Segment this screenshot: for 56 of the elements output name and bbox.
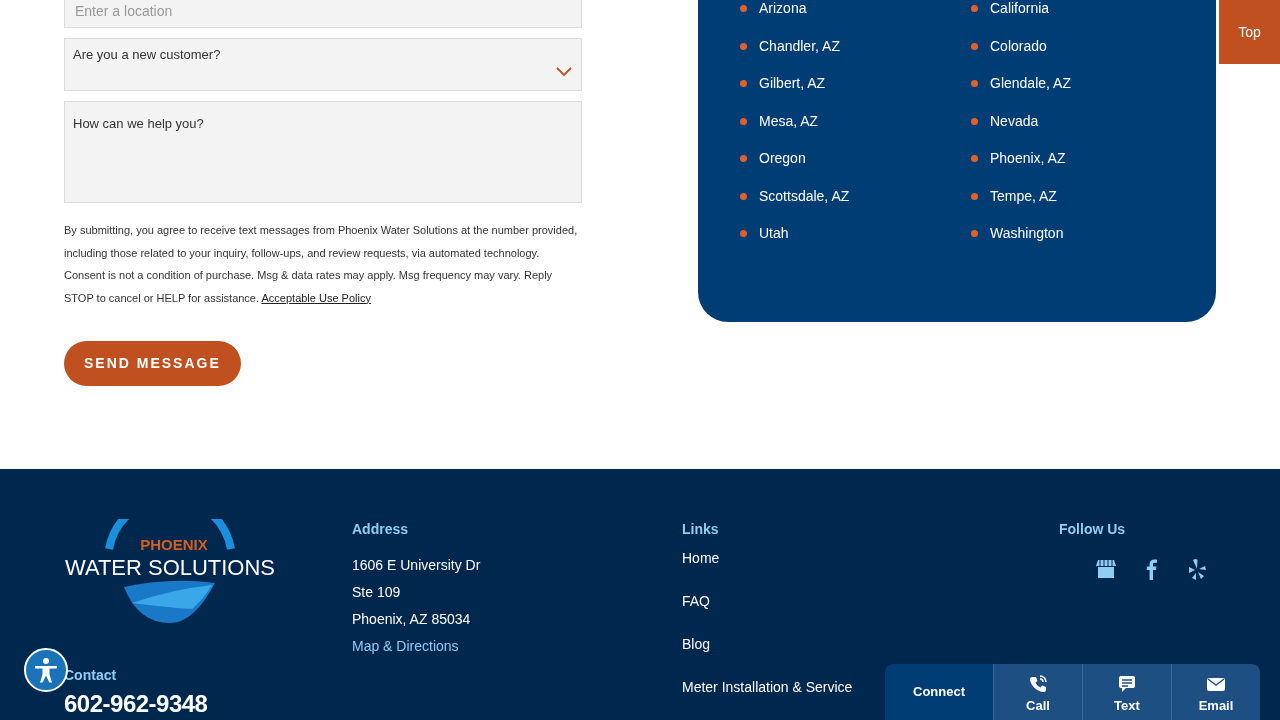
- map-link[interactable]: Map & Directions: [352, 633, 459, 660]
- address-heading: Address: [352, 520, 410, 539]
- service-area-link[interactable]: Glendale, AZ: [990, 73, 1071, 95]
- footer-link[interactable]: Home: [682, 546, 720, 570]
- bullet-icon: [971, 192, 978, 200]
- service-area-link[interactable]: Arizona: [759, 0, 807, 20]
- connect-label: Connect: [885, 664, 993, 720]
- bullet-icon: [740, 42, 747, 50]
- bullet-icon: [740, 5, 747, 13]
- service-area-link[interactable]: Colorado: [990, 35, 1047, 57]
- caret-icon: [556, 67, 572, 77]
- address-line: Phoenix, AZ 85034: [352, 610, 472, 629]
- consent-text: By submitting, you agree to receive text messages from Phoenix Water Solutions at the number provided, including those related to your inquiry, follow-ups, and review requests, via automated technology. Consent is not a condition of purchase. Msg & data rates may apply. Msg frequency may vary. Reply STOP to cancel or HELP for assistance. Acceptable Use Policy: [64, 223, 579, 306]
- address-line: 1606 E University Dr: [352, 556, 482, 575]
- service-area-link[interactable]: California: [990, 0, 1050, 20]
- service-area-link[interactable]: Gilbert, AZ: [759, 73, 826, 95]
- service-area-link[interactable]: Washington: [990, 223, 1064, 245]
- location-field[interactable]: Enter a location: [64, 0, 582, 28]
- email-button[interactable]: Email: [1171, 664, 1260, 720]
- bullet-icon: [740, 80, 747, 88]
- footer-link[interactable]: Blog: [682, 632, 711, 656]
- send-message-button[interactable]: SEND MESSAGE: [64, 341, 241, 387]
- service-area-link[interactable]: Tempe, AZ: [990, 185, 1057, 207]
- policy-link[interactable]: Acceptable Use Policy: [261, 291, 371, 304]
- back-to-top-button[interactable]: Top: [1219, 0, 1280, 64]
- call-button[interactable]: Call: [993, 664, 1082, 720]
- service-area-link[interactable]: Chandler, AZ: [759, 35, 840, 57]
- customer-select[interactable]: Are you a new customer?: [64, 38, 582, 91]
- text-icon: [1117, 674, 1137, 695]
- bullet-icon: [971, 42, 978, 50]
- bullet-icon: [740, 117, 747, 125]
- service-area-link[interactable]: Scottsdale, AZ: [759, 185, 850, 207]
- address-line: Ste 109: [352, 583, 402, 602]
- bullet-icon: [971, 80, 978, 88]
- service-area-link[interactable]: Mesa, AZ: [759, 110, 819, 132]
- bullet-icon: [971, 5, 978, 13]
- footer-link[interactable]: FAQ: [682, 589, 710, 613]
- service-area-link[interactable]: Phoenix, AZ: [990, 148, 1066, 170]
- bullet-icon: [971, 117, 978, 125]
- company-logo[interactable]: PHOENIX WATER SOLUTIONS: [64, 519, 276, 623]
- service-area-link[interactable]: Nevada: [990, 110, 1039, 132]
- call-icon: [1028, 674, 1048, 695]
- phone-number: 602-962-9348: [64, 689, 209, 719]
- follow-heading: Follow Us: [1059, 520, 1127, 539]
- footer-link[interactable]: Meter Installation & Service: [682, 675, 853, 699]
- bullet-icon: [740, 230, 747, 238]
- bullet-icon: [971, 155, 978, 163]
- links-heading: Links: [682, 520, 720, 539]
- service-area-link[interactable]: Oregon: [759, 148, 806, 170]
- bullet-icon: [740, 155, 747, 163]
- bullet-icon: [971, 230, 978, 238]
- service-area-link[interactable]: Utah: [759, 223, 789, 245]
- text-button[interactable]: Text: [1082, 664, 1171, 720]
- bullet-icon: [740, 192, 747, 200]
- store-icon[interactable]: [1095, 558, 1117, 580]
- message-field[interactable]: How can we help you?: [64, 101, 582, 203]
